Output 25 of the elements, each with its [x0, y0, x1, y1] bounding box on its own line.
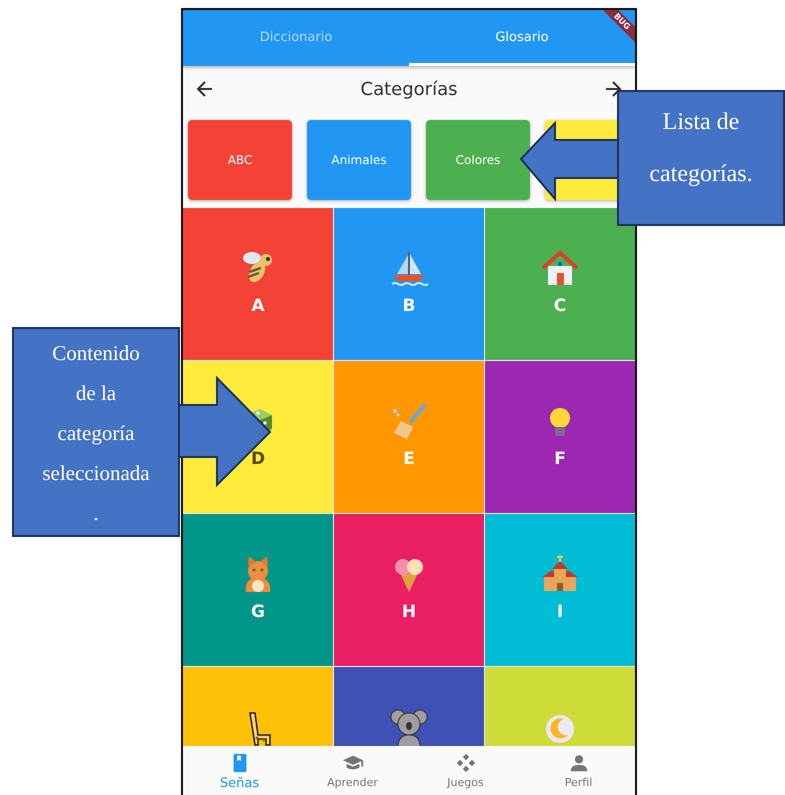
koala-icon: [389, 707, 429, 746]
callout-tooltip: Contenido de la categoría seleccionada .: [12, 327, 180, 537]
back-arrow-icon[interactable]: [195, 79, 215, 99]
nav-tab[interactable]: Perfil: [522, 746, 635, 795]
letter-tile[interactable]: G: [183, 514, 333, 666]
house-icon: [540, 248, 580, 288]
nav-tab[interactable]: Juegos: [409, 746, 522, 795]
tab[interactable]: Diccionario: [183, 10, 409, 66]
letter-tile[interactable]: F: [485, 361, 635, 513]
nav-tab[interactable]: Aprender: [296, 746, 409, 795]
nav-tab[interactable]: Señas: [183, 746, 296, 795]
category-chip[interactable]: ABC: [188, 120, 292, 200]
category-chip[interactable]: Colores: [426, 120, 530, 200]
letter-tile[interactable]: A: [183, 208, 333, 360]
church-icon: [540, 554, 580, 594]
letter-tile[interactable]: B: [334, 208, 484, 360]
category-chip[interactable]: Animales: [307, 120, 411, 200]
letter-tile[interactable]: C: [485, 208, 635, 360]
person-icon: [568, 752, 590, 774]
letter-tile[interactable]: I: [485, 514, 635, 666]
letter-tile[interactable]: H: [334, 514, 484, 666]
letter-tile[interactable]: E: [334, 361, 484, 513]
header-title: Categorías: [360, 78, 458, 100]
callout-tooltip: Lista de categorías.: [617, 90, 785, 226]
gamepad-icon: [454, 752, 476, 774]
